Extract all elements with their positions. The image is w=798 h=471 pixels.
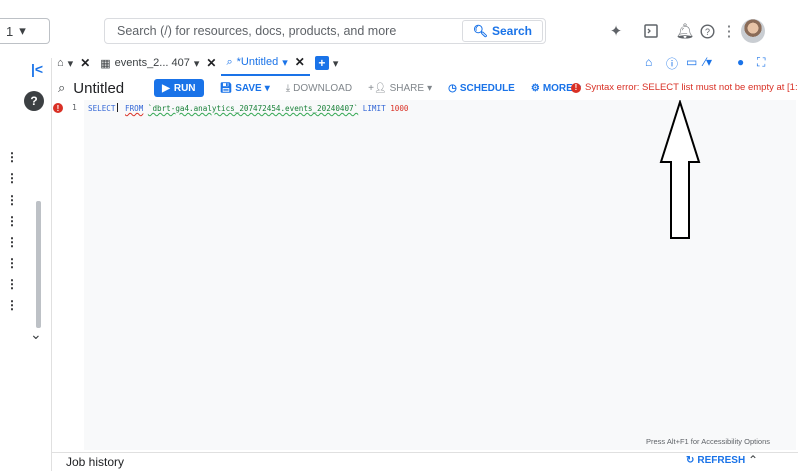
chevron-down-icon[interactable]: ⌄ — [30, 326, 42, 343]
home-icon[interactable]: ⌂ — [645, 55, 652, 69]
cloud-shell-icon[interactable] — [641, 21, 661, 41]
limit-value: 1000 — [390, 104, 409, 113]
error-icon: ! — [53, 103, 63, 113]
schedule-button[interactable]: ◷ SCHEDULE — [448, 83, 515, 94]
chevron-down-icon: ▾ — [19, 23, 26, 38]
left-rail: |< ? ⋮ ⋮ ⋮ ⋮ ⋮ ⋮ ⋮ ⋮ ⌄ — [0, 58, 52, 471]
more-vert-icon[interactable]: ⋮ — [6, 278, 18, 290]
close-icon[interactable]: ✕ — [80, 56, 90, 70]
limit-keyword: LIMIT — [362, 104, 386, 113]
text-cursor — [117, 103, 119, 112]
add-icon: + — [314, 56, 329, 70]
query-icon: ⌕ — [226, 55, 233, 68]
svg-text:?: ? — [704, 27, 709, 37]
new-tab-button[interactable]: + ▾ — [310, 50, 344, 76]
syntax-error-message: ! Syntax error: SELECT list must not be … — [571, 82, 798, 93]
annotation-arrow-icon — [659, 100, 701, 239]
tab-untitled-query[interactable]: ⌕ *Untitled ▾ ✕ — [221, 50, 310, 76]
more-vert-icon[interactable]: ⋮ — [6, 172, 18, 184]
code-line[interactable]: SELECT FROM `dbrt-ga4.analytics_20747245… — [88, 103, 409, 113]
chevron-down-icon: ▾ — [67, 57, 74, 70]
help-icon[interactable]: ? — [697, 21, 717, 41]
refresh-button[interactable]: ↻ REFRESH — [686, 455, 745, 466]
table-reference: `dbrt-ga4.analytics_207472454.events_202… — [147, 104, 359, 113]
download-button[interactable]: ⤓ DOWNLOAD — [286, 83, 352, 94]
editor-toolbar: ⌕ Untitled ▶ RUN 💾︎ SAVE ▾ ⤓ DOWNLOAD +👤… — [52, 76, 798, 100]
more-vert-icon[interactable]: ⋮ — [6, 215, 18, 227]
clock-icon: ◷ — [448, 82, 457, 94]
project-label: 1 — [6, 23, 14, 39]
search-input[interactable] — [105, 19, 462, 43]
share-button[interactable]: +👤︎ SHARE ▾ — [368, 83, 432, 94]
query-icon: ⌕ — [58, 80, 66, 95]
more-vert-icon[interactable]: ⋮ — [6, 194, 18, 206]
accessibility-hint: Press Alt+F1 for Accessibility Options — [645, 437, 770, 446]
close-icon[interactable]: ✕ — [295, 55, 305, 69]
more-vert-icon[interactable]: ⋮ — [719, 21, 739, 41]
editor-gutter: ! 1 — [52, 100, 84, 450]
error-icon: ! — [571, 82, 581, 93]
gear-icon: ⚙ — [530, 82, 540, 94]
gemini-icon[interactable]: ✦ — [606, 21, 626, 41]
close-icon[interactable]: ✕ — [206, 56, 216, 70]
search-icon: 🔍︎ — [472, 24, 488, 38]
more-vert-icon[interactable]: ⋮ — [6, 236, 18, 248]
from-keyword: FROM — [125, 104, 144, 113]
add-person-icon: +👤︎ — [368, 82, 387, 94]
save-icon: 💾︎ — [219, 82, 233, 94]
fullscreen-icon[interactable]: ⛶ — [757, 55, 765, 70]
tab-events-table[interactable]: ▦ events_2... 407 ▾ ✕ — [95, 50, 221, 76]
search-button[interactable]: 🔍︎ Search — [461, 20, 543, 42]
lightbulb-icon[interactable]: ● — [737, 55, 744, 69]
collapse-panel-icon[interactable]: |< — [31, 61, 43, 77]
help-circle-icon[interactable]: ? — [24, 91, 44, 111]
search-box: 🔍︎ Search — [104, 18, 546, 44]
job-history-bar: Job history ↻ REFRESH ⌃ — [52, 452, 798, 471]
select-keyword: SELECT — [88, 104, 116, 113]
keyboard-icon[interactable]: ▭ — [686, 55, 697, 69]
download-icon: ⤓ — [285, 82, 291, 94]
notifications-icon[interactable]: 🔔︎ — [675, 21, 695, 41]
run-button[interactable]: ▶ RUN — [154, 79, 204, 97]
project-selector[interactable]: 1 ▾ — [0, 18, 50, 44]
chevron-down-icon: ▾ — [264, 82, 270, 94]
explorer-scrollbar[interactable] — [36, 201, 41, 328]
tab-home[interactable]: ⌂ ▾ ✕ — [52, 50, 95, 76]
home-icon: ⌂ — [57, 57, 64, 69]
table-icon: ▦ — [100, 57, 111, 70]
line-number: 1 — [72, 103, 77, 112]
more-vert-icon[interactable]: ⋮ — [6, 151, 18, 163]
chevron-down-icon: ▾ — [193, 57, 200, 70]
magic-wand-icon[interactable]: ⁄▾ — [704, 55, 712, 69]
chevron-down-icon: ▾ — [427, 82, 433, 94]
info-icon[interactable]: ⓘ — [666, 55, 678, 72]
avatar[interactable] — [741, 19, 765, 43]
query-title: Untitled — [73, 79, 125, 97]
chevron-down-icon: ▾ — [282, 56, 288, 69]
refresh-icon: ↻ — [686, 455, 695, 466]
job-history-title: Job history — [66, 455, 125, 469]
play-icon: ▶ — [162, 82, 170, 94]
more-vert-icon[interactable]: ⋮ — [6, 299, 18, 311]
save-button[interactable]: 💾︎ SAVE ▾ — [220, 83, 270, 94]
chevron-up-icon[interactable]: ⌃ — [748, 453, 758, 467]
more-vert-icon[interactable]: ⋮ — [6, 257, 18, 269]
chevron-down-icon: ▾ — [332, 57, 339, 70]
